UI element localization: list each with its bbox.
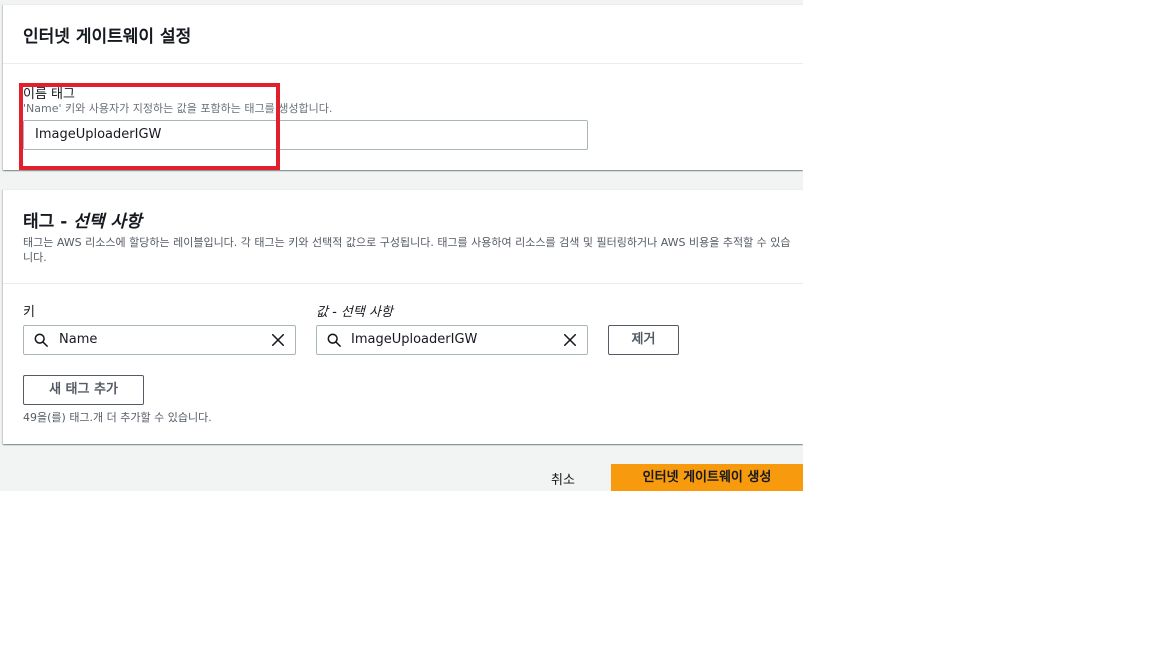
igw-settings-header: 인터넷 게이트웨이 설정: [3, 5, 803, 64]
form-viewport: 인터넷 게이트웨이 설정 이름 태그 'Name' 키와 사용자가 지정하는 값…: [0, 0, 803, 491]
tag-value-label: 값 - 선택 사항: [316, 305, 393, 320]
tag-key-input[interactable]: Name: [23, 325, 296, 355]
tags-title-optional: 선택 사항: [73, 212, 142, 232]
tags-header: 태그 - 선택 사항 태그는 AWS 리소스에 할당하는 레이블입니다. 각 태…: [3, 190, 803, 284]
tag-key-value: Name: [59, 332, 98, 347]
tags-title-main: 태그 -: [23, 212, 74, 232]
cancel-button[interactable]: 취소: [551, 469, 575, 488]
tag-value-input[interactable]: ImageUploaderIGW: [316, 325, 588, 355]
search-icon: [327, 333, 341, 347]
highlight-box: [19, 83, 280, 170]
tags-title: 태그 - 선택 사항: [23, 207, 142, 232]
igw-settings-title: 인터넷 게이트웨이 설정: [23, 27, 192, 47]
close-icon[interactable]: [271, 333, 285, 347]
tag-key-label: 키: [23, 305, 35, 320]
tags-description: 태그는 AWS 리소스에 할당하는 레이블입니다. 각 태그는 키와 선택적 값…: [23, 236, 791, 264]
remaining-tags-note: 49을(를) 태그.개 더 추가할 수 있습니다.: [23, 411, 212, 424]
search-icon: [34, 333, 48, 347]
create-igw-button[interactable]: 인터넷 게이트웨이 생성: [611, 464, 803, 491]
tag-value-value: ImageUploaderIGW: [351, 332, 478, 347]
add-tag-button[interactable]: 새 태그 추가: [23, 375, 144, 405]
remove-tag-button[interactable]: 제거: [608, 325, 679, 355]
tags-panel: 태그 - 선택 사항 태그는 AWS 리소스에 할당하는 레이블입니다. 각 태…: [3, 189, 803, 444]
close-icon[interactable]: [563, 333, 577, 347]
